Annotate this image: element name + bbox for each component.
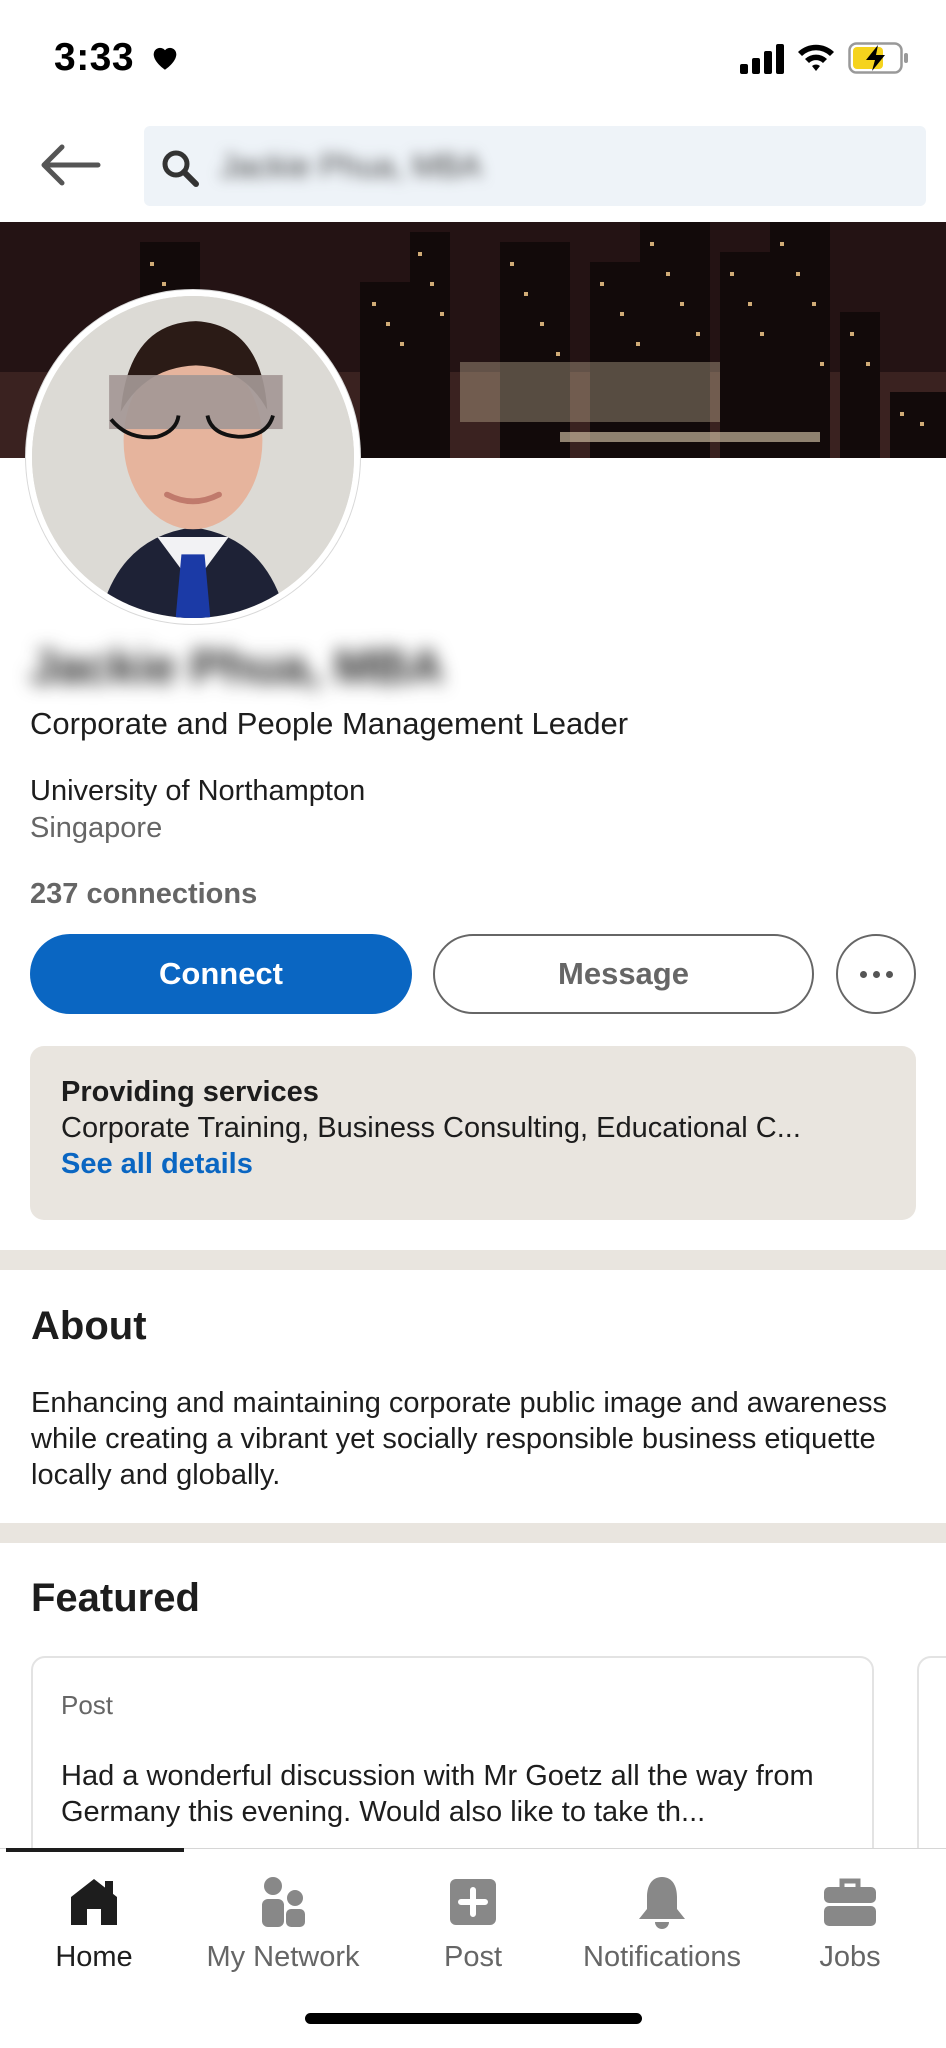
profile-connections[interactable]: 237 connections: [30, 878, 257, 911]
more-options-button[interactable]: [836, 934, 916, 1014]
heart-icon: [153, 47, 177, 70]
profile-school[interactable]: University of Northampton: [30, 775, 365, 808]
message-button[interactable]: Message: [433, 934, 814, 1014]
more-options-icon: [872, 970, 880, 978]
featured-heading: Featured: [31, 1576, 200, 1620]
battery-charging-icon: [848, 42, 908, 74]
search-icon: [162, 150, 199, 187]
cellular-signal-icon: [740, 44, 784, 74]
search-query-text: Jackie Phua, MBA: [220, 148, 482, 184]
nav-jobs[interactable]: Jobs: [755, 1863, 945, 1983]
briefcase-icon: [824, 1878, 876, 1926]
nav-active-indicator: [6, 1848, 184, 1852]
nav-notifications[interactable]: Notifications: [567, 1863, 757, 1983]
profile-avatar[interactable]: [26, 290, 360, 624]
nav-jobs-label: Jobs: [819, 1941, 881, 1973]
section-divider: [0, 1250, 946, 1270]
bell-icon: [639, 1877, 685, 1929]
home-icon: [71, 1879, 117, 1925]
status-time: 3:33: [54, 36, 135, 79]
see-all-details-link[interactable]: See all details: [61, 1148, 253, 1181]
nav-post-label: Post: [443, 1941, 503, 1973]
about-text: Enhancing and maintaining corporate publ…: [31, 1387, 888, 1491]
search-bar[interactable]: Jackie Phua, MBA: [144, 126, 926, 206]
services-list: Corporate Training, Business Consulting,…: [61, 1112, 801, 1144]
post-icon: [450, 1879, 496, 1925]
about-heading: About: [31, 1304, 147, 1348]
nav-notifications-label: Notifications: [583, 1941, 741, 1973]
status-bar: 3:33: [0, 0, 946, 120]
network-icon: [262, 1877, 305, 1927]
back-arrow-icon[interactable]: [38, 140, 102, 190]
home-indicator[interactable]: [305, 2013, 642, 2024]
section-divider: [0, 1523, 946, 1543]
more-options-icon: [859, 970, 867, 978]
nav-my-network-label: My Network: [206, 1941, 360, 1973]
nav-my-network[interactable]: My Network: [188, 1863, 378, 1983]
services-card[interactable]: Providing services Corporate Training, B…: [30, 1046, 916, 1220]
featured-card-text: Had a wonderful discussion with Mr Goetz…: [61, 1760, 814, 1828]
nav-home[interactable]: Home: [0, 1863, 189, 1983]
profile-location: Singapore: [30, 812, 163, 844]
more-options-icon: [885, 970, 893, 978]
featured-card-type: Post: [61, 1690, 114, 1720]
wifi-icon: [798, 44, 834, 71]
nav-post[interactable]: Post: [378, 1863, 568, 1983]
services-title: Providing services: [61, 1076, 319, 1108]
nav-home-label: Home: [55, 1941, 133, 1973]
connect-button[interactable]: Connect: [30, 934, 412, 1014]
profile-headline: Corporate and People Management Leader: [30, 706, 629, 741]
profile-name: Jackie Phua, MBA: [30, 641, 444, 694]
